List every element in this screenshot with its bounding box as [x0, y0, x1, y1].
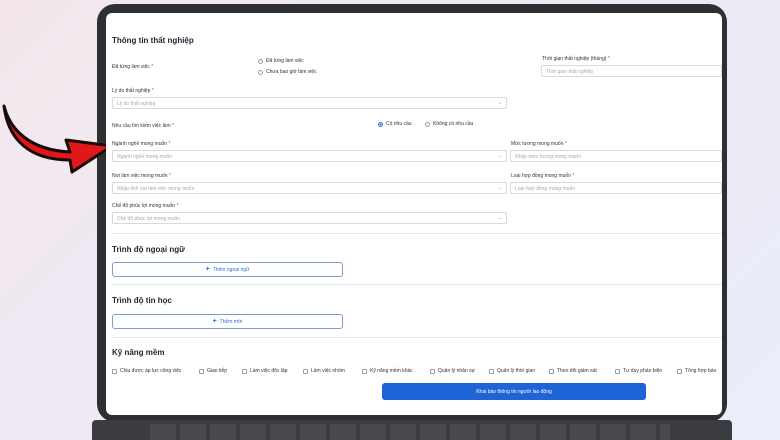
contract-label: Loại hợp đồng mong muốn * — [511, 173, 575, 179]
checkbox-box — [489, 368, 494, 374]
skill-checkbox[interactable]: Chịu được áp lực công việc — [112, 368, 181, 374]
skill-checkbox[interactable]: Tư duy phản biện — [615, 368, 662, 374]
skill-checkbox[interactable]: Quản lý thời gian — [489, 368, 535, 374]
chevron-down-icon: ⌄ — [497, 185, 502, 191]
checkbox-box — [199, 368, 204, 374]
checkbox-box — [303, 368, 308, 374]
divider — [112, 284, 722, 285]
reason-select[interactable]: Lý do thất nghiệp ⌄ — [112, 97, 507, 109]
add-it-button[interactable]: + Thêm mới — [112, 314, 343, 329]
divider — [112, 337, 722, 338]
checkbox-box — [112, 368, 117, 374]
duration-input[interactable]: Thời gian thất nghiệp — [541, 65, 722, 77]
checkbox-box — [615, 368, 620, 374]
benefits-select[interactable]: Chế độ phúc lợi mong muốn ⌄ — [112, 212, 507, 224]
app-screen: Thông tin thất nghiệp Đã từng làm việc *… — [106, 13, 722, 415]
radio-never-worked[interactable]: Chưa bao giờ làm việc — [258, 69, 317, 75]
chevron-down-icon: ⌄ — [497, 153, 502, 159]
checkbox-box — [549, 368, 554, 374]
radio-circle-selected — [378, 121, 383, 127]
duration-label: Thời gian thất nghiệp (tháng) * — [542, 56, 610, 62]
job-need-label: Nhu cầu tìm kiếm việc làm * — [112, 123, 174, 129]
plus-icon: + — [205, 266, 210, 273]
checkbox-box — [430, 368, 435, 374]
skill-checkbox[interactable]: Kỹ năng mềm khác — [362, 368, 413, 374]
radio-no-need[interactable]: Không có nhu cầu — [425, 121, 473, 127]
form-content: Thông tin thất nghiệp Đã từng làm việc *… — [112, 13, 722, 415]
laptop-keyboard — [150, 424, 670, 440]
skill-checkbox[interactable]: Theo dõi giám sát — [549, 368, 597, 374]
desired-salary-input[interactable]: Nhập mức lương mong muốn — [510, 150, 722, 162]
section-title-soft-skills: Kỹ năng mềm — [112, 348, 165, 357]
checkbox-box — [677, 368, 682, 374]
benefits-label: Chế độ phúc lợi mong muốn * — [112, 203, 179, 209]
skill-checkbox[interactable]: Quản lý nhân sự — [430, 368, 475, 374]
radio-has-need[interactable]: Có nhu cầu — [378, 121, 412, 127]
checkbox-box — [362, 368, 367, 374]
radio-circle — [258, 58, 263, 64]
radio-worked[interactable]: Đã từng làm việc — [258, 58, 304, 64]
worked-label: Đã từng làm việc * — [112, 64, 154, 70]
skill-checkbox[interactable]: Làm việc nhóm — [303, 368, 345, 374]
radio-circle — [258, 69, 263, 75]
reason-label: Lý do thất nghiệp * — [112, 88, 154, 94]
skill-checkbox[interactable]: Tổng hợp báo — [677, 368, 716, 374]
plus-icon: + — [212, 318, 217, 325]
workplace-select[interactable]: Nhập tỉnh nơi làm việc mong muốn ⌄ — [112, 182, 507, 194]
desired-job-select[interactable]: Ngành nghề mong muốn ⌄ — [112, 150, 507, 162]
add-language-button[interactable]: + Thêm ngoại ngữ — [112, 262, 343, 277]
desired-job-label: Ngành nghề mong muốn * — [112, 141, 171, 147]
skill-checkbox[interactable]: Giao tiếp — [199, 368, 227, 374]
section-title-language: Trình độ ngoại ngữ — [112, 245, 185, 254]
workplace-label: Nơi làm việc mong muốn * — [112, 173, 171, 179]
submit-button[interactable]: Khai báo thông tin người lao động — [382, 383, 646, 400]
chevron-down-icon: ⌄ — [497, 100, 502, 106]
contract-select[interactable]: Loại hợp đồng mong muốn — [510, 182, 722, 194]
chevron-down-icon: ⌄ — [497, 215, 502, 221]
red-arrow-icon — [2, 104, 114, 174]
divider — [112, 233, 722, 234]
section-title-it: Trình độ tin học — [112, 296, 172, 305]
desired-salary-label: Mức lương mong muốn * — [511, 141, 567, 147]
radio-circle — [425, 121, 430, 127]
skill-checkbox[interactable]: Làm việc độc lập — [242, 368, 288, 374]
checkbox-box — [242, 368, 247, 374]
section-title-unemployment: Thông tin thất nghiệp — [112, 36, 194, 45]
